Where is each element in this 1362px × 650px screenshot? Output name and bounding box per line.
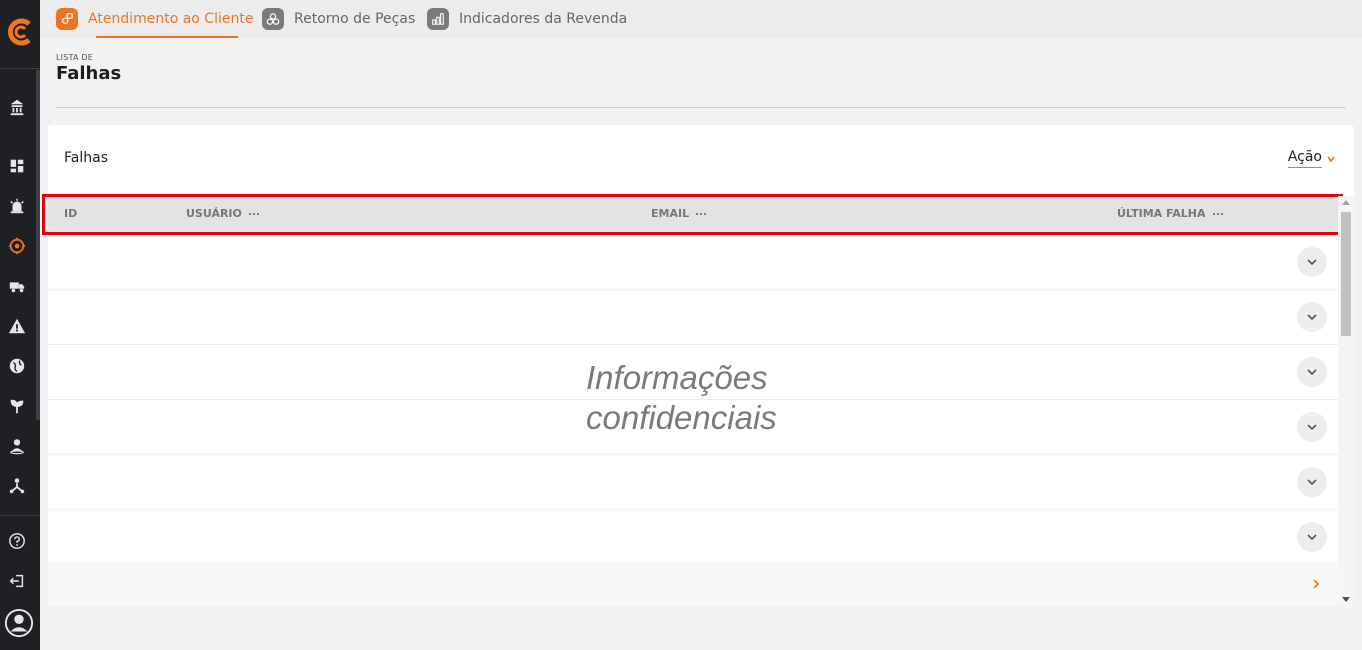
column-header-ultima-falha[interactable]: ÚLTIMA FALHA <box>1117 207 1224 220</box>
next-page-button[interactable] <box>1306 574 1326 594</box>
scrollbar-thumb[interactable] <box>1341 212 1351 336</box>
column-menu-icon[interactable] <box>247 212 260 215</box>
chevron-down-icon <box>1307 259 1317 266</box>
table-row[interactable] <box>48 235 1338 290</box>
dashboard-icon[interactable] <box>6 155 28 177</box>
chevron-down-icon <box>1307 479 1317 486</box>
alarm-icon[interactable] <box>6 195 28 217</box>
action-dropdown[interactable]: Ação <box>1287 149 1322 168</box>
confidential-line-2: confidenciais <box>586 399 777 436</box>
page-header: LISTA DE Falhas <box>56 53 121 84</box>
scroll-up-icon[interactable] <box>1342 200 1350 205</box>
tab-atendimento-ao-cliente[interactable]: Atendimento ao Cliente <box>56 0 253 38</box>
expand-row-button[interactable] <box>1297 522 1327 552</box>
tab-retorno-de-pecas[interactable]: Retorno de Peças <box>262 0 415 38</box>
table-row[interactable] <box>48 455 1338 510</box>
chevron-down-icon <box>1307 424 1317 431</box>
active-tab-indicator <box>96 36 238 38</box>
org-chart-icon[interactable] <box>6 475 28 497</box>
expand-row-button[interactable] <box>1297 302 1327 332</box>
expand-row-button[interactable] <box>1297 412 1327 442</box>
column-menu-icon[interactable] <box>1211 212 1224 215</box>
table-scrollbar[interactable] <box>1338 196 1354 606</box>
expand-row-button[interactable] <box>1297 247 1327 277</box>
chevron-down-icon <box>1307 534 1317 541</box>
confidential-line-1: Informações <box>586 359 768 396</box>
table-row[interactable] <box>48 290 1338 345</box>
table-header: ID USUÁRIO EMAIL ÚLTIMA FALHA <box>48 196 1338 232</box>
column-menu-icon[interactable] <box>695 212 708 215</box>
page-kicker: LISTA DE <box>56 53 93 62</box>
sidebar-scrollbar[interactable] <box>36 70 40 420</box>
card-title: Falhas <box>64 150 108 166</box>
globe-icon[interactable] <box>6 355 28 377</box>
tab-label: Indicadores da Revenda <box>459 11 628 27</box>
parts-icon <box>262 8 284 30</box>
expand-row-button[interactable] <box>1297 357 1327 387</box>
header-divider <box>56 107 1346 108</box>
page-title: Falhas <box>56 63 122 84</box>
confidential-overlay: Informações confidenciais <box>586 358 777 438</box>
tab-indicadores-da-revenda[interactable]: Indicadores da Revenda <box>427 0 627 38</box>
customer-service-icon[interactable] <box>6 235 28 257</box>
column-header-email[interactable]: EMAIL <box>651 207 708 220</box>
tab-label: Retorno de Peças <box>294 11 416 27</box>
warning-icon[interactable] <box>6 315 28 337</box>
sidebar <box>0 0 40 650</box>
logout-icon[interactable] <box>6 570 28 592</box>
column-header-id[interactable]: ID <box>64 207 77 220</box>
truck-icon[interactable] <box>6 275 28 297</box>
chevron-down-icon[interactable] <box>1327 155 1335 163</box>
bar-chart-icon <box>427 8 449 30</box>
column-header-usuario[interactable]: USUÁRIO <box>186 207 260 220</box>
expand-row-button[interactable] <box>1297 467 1327 497</box>
chevron-right-icon <box>1313 579 1320 589</box>
user-avatar-icon[interactable] <box>3 607 35 639</box>
scroll-down-icon[interactable] <box>1342 597 1350 602</box>
chevron-down-icon <box>1307 369 1317 376</box>
table-row[interactable] <box>48 510 1338 562</box>
chevron-down-icon <box>1307 314 1317 321</box>
brand-logo-icon[interactable] <box>3 15 37 49</box>
table-footer <box>48 561 1338 606</box>
top-navigation: Atendimento ao Cliente Retorno de Peças … <box>40 0 1362 38</box>
help-icon[interactable] <box>6 530 28 552</box>
location-person-icon[interactable] <box>6 435 28 457</box>
tab-label: Atendimento ao Cliente <box>88 11 254 27</box>
plant-icon[interactable] <box>6 395 28 417</box>
dealership-icon[interactable] <box>6 96 28 118</box>
customer-support-icon <box>56 8 78 30</box>
